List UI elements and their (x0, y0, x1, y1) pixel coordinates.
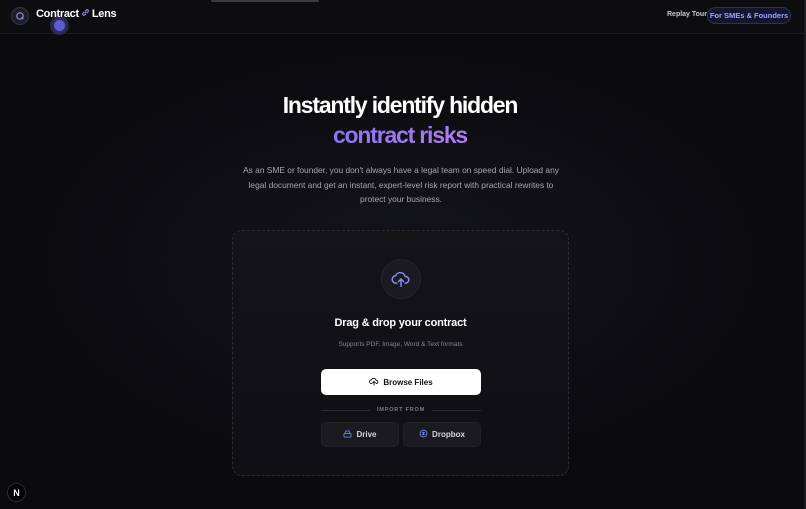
logo-icon[interactable] (11, 7, 29, 25)
top-navigation: Contract Lens Replay Tour For SMEs & Fou… (0, 0, 806, 34)
drive-icon (343, 429, 352, 440)
hero-description: As an SME or founder, you don't always h… (243, 165, 559, 205)
cloud-upload-icon (369, 377, 379, 388)
import-dropbox-button[interactable]: Dropbox (403, 422, 481, 447)
hero-title-line-1: Instantly identify hidden (282, 92, 519, 118)
replay-tour-button[interactable]: Replay Tour (667, 11, 707, 18)
dropbox-icon (419, 429, 428, 440)
upload-cloud-icon (381, 259, 421, 299)
import-from-label: IMPORT FROM (377, 407, 425, 413)
import-drive-button[interactable]: Drive (321, 422, 399, 447)
dropzone-title: Drag & drop your contract (334, 317, 467, 329)
link-icon (81, 8, 90, 20)
browse-files-label: Browse Files (383, 377, 433, 387)
tour-hotspot-indicator[interactable] (52, 18, 67, 33)
divider-line-right (431, 409, 482, 411)
drive-label: Drive (356, 430, 377, 439)
audience-pill-button[interactable]: For SMEs & Founders (707, 7, 791, 24)
browse-files-button[interactable]: Browse Files (321, 369, 481, 395)
hero-title-line-2: contract risks (0, 122, 800, 149)
hero-title-accent: contract risks (332, 122, 468, 148)
top-loading-strip (211, 0, 319, 2)
supported-formats-text: Supports PDF, Image, Word & Text formats (338, 341, 463, 348)
divider-line-left (321, 409, 371, 411)
next-dev-indicator[interactable]: N (7, 483, 26, 502)
brand-logo-text[interactable]: Contract Lens (36, 8, 117, 20)
brand-name-second: Lens (91, 8, 117, 20)
upload-dropzone[interactable]: Drag & drop your contract Supports PDF, … (232, 230, 569, 476)
import-divider: IMPORT FROM (321, 406, 482, 414)
dropbox-label: Dropbox (432, 430, 465, 439)
